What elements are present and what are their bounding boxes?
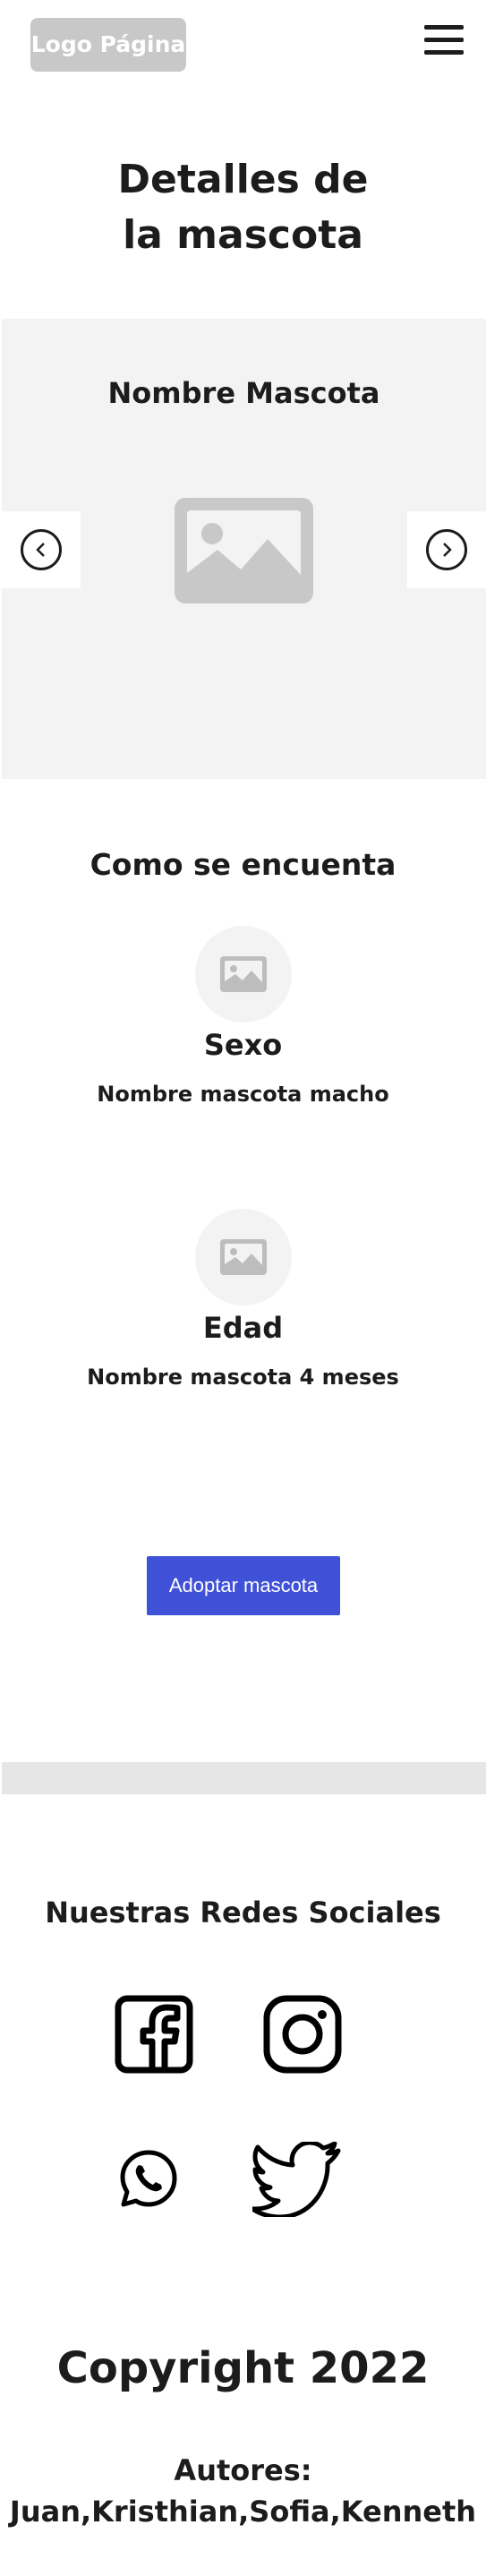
sex-image-icon	[195, 926, 292, 1023]
age-image-icon	[195, 1209, 292, 1305]
logo[interactable]: Logo Página	[30, 18, 186, 72]
section-divider	[2, 1762, 486, 1794]
image-placeholder-icon	[175, 498, 313, 603]
whatsapp-icon[interactable]	[119, 2149, 178, 2208]
authors-list: Juan,Kristhian,Sofia,Kenneth	[9, 2495, 477, 2529]
status-section-title: Como se encuenta	[90, 847, 396, 882]
facebook-icon[interactable]	[115, 1995, 193, 2074]
authors-label: Autores:	[174, 2453, 312, 2487]
hamburger-menu-icon[interactable]	[424, 25, 464, 64]
sex-value: Nombre mascota macho	[97, 1082, 389, 1107]
page-title: Detalles de la mascota	[0, 152, 486, 263]
age-value: Nombre mascota 4 meses	[87, 1365, 399, 1390]
chevron-right-icon	[426, 529, 467, 570]
adopt-pet-button[interactable]: Adoptar mascota	[147, 1556, 340, 1615]
instagram-icon[interactable]	[263, 1995, 342, 2074]
chevron-left-icon	[21, 529, 62, 570]
pet-image-carousel: Nombre Mascota	[2, 319, 486, 779]
social-section-title: Nuestras Redes Sociales	[45, 1896, 441, 1930]
carousel-next-button[interactable]	[407, 511, 486, 588]
twitter-icon[interactable]	[250, 2140, 342, 2220]
copyright-text: Copyright 2022	[56, 2343, 430, 2393]
page-title-line-2: la mascota	[123, 212, 363, 258]
sex-label: Sexo	[203, 1028, 283, 1062]
pet-name: Nombre Mascota	[107, 376, 380, 410]
age-label: Edad	[202, 1311, 284, 1345]
carousel-prev-button[interactable]	[2, 511, 81, 588]
page-title-line-1: Detalles de	[117, 157, 369, 202]
